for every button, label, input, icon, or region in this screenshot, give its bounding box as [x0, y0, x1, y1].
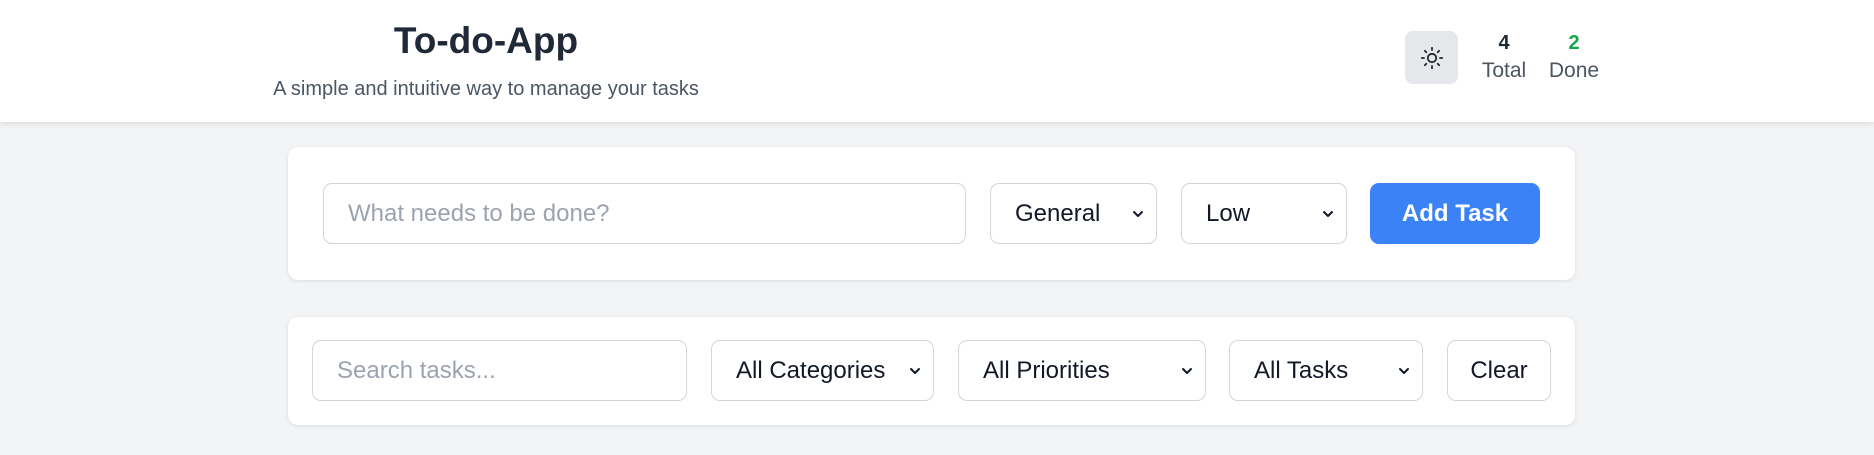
- category-filter-select[interactable]: All Categories: [711, 340, 934, 401]
- add-task-button[interactable]: Add Task: [1370, 183, 1540, 244]
- category-filter-value: All Categories: [736, 356, 886, 384]
- stat-total-label: Total: [1481, 59, 1527, 82]
- stat-done: 2 Done: [1546, 30, 1602, 86]
- chevron-down-icon: [910, 367, 920, 374]
- priority-filter-select[interactable]: All Priorities: [958, 340, 1206, 401]
- stat-total-value: 4: [1498, 32, 1510, 54]
- chevron-down-icon: [1399, 367, 1409, 374]
- category-select-value: General: [1015, 199, 1101, 227]
- stat-done-value: 2: [1568, 32, 1580, 54]
- app-subtitle: A simple and intuitive way to manage you…: [273, 78, 699, 100]
- filter-card: Search tasks... All Categories All Prior…: [288, 317, 1575, 425]
- app-header: To-do-App A simple and intuitive way to …: [0, 0, 1874, 122]
- stat-done-label: Done: [1548, 59, 1600, 82]
- category-select[interactable]: General: [990, 183, 1157, 244]
- sun-icon: [1420, 46, 1443, 69]
- search-input-placeholder: Search tasks...: [337, 356, 496, 384]
- app-title: To-do-App: [393, 20, 579, 61]
- status-filter-select[interactable]: All Tasks: [1229, 340, 1423, 401]
- chevron-down-icon: [1182, 367, 1192, 374]
- brand: To-do-App A simple and intuitive way to …: [250, 18, 722, 102]
- chevron-down-icon: [1133, 210, 1143, 217]
- clear-filters-button[interactable]: Clear: [1447, 340, 1551, 401]
- priority-select-value: Low: [1206, 199, 1251, 227]
- search-input[interactable]: Search tasks...: [312, 340, 687, 401]
- priority-select[interactable]: Low: [1181, 183, 1347, 244]
- status-filter-value: All Tasks: [1254, 356, 1349, 384]
- task-input-placeholder: What needs to be done?: [348, 199, 610, 227]
- stat-total: 4 Total: [1478, 30, 1530, 86]
- theme-toggle-button[interactable]: [1405, 31, 1458, 84]
- task-input[interactable]: What needs to be done?: [323, 183, 966, 244]
- chevron-down-icon: [1323, 210, 1333, 217]
- priority-filter-value: All Priorities: [983, 356, 1110, 384]
- add-task-card: What needs to be done? General Low Add T…: [288, 147, 1575, 280]
